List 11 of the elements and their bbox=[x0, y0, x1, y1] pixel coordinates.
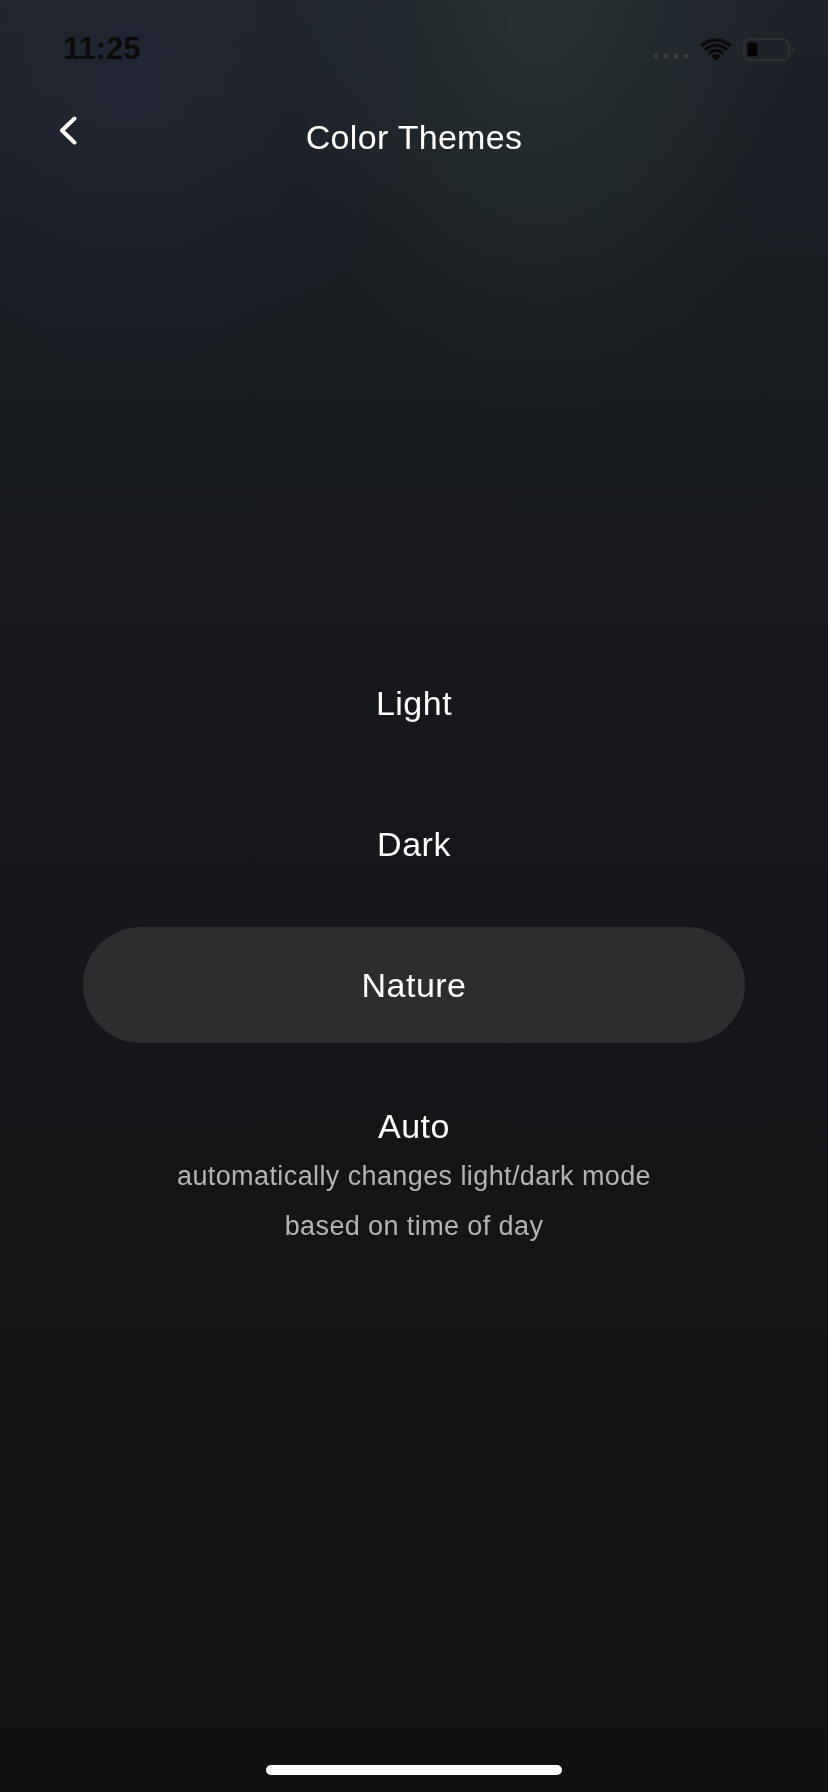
screen-title: Color Themes bbox=[305, 117, 523, 157]
signal-dots-icon bbox=[653, 53, 689, 59]
theme-option[interactable]: Dark bbox=[83, 786, 745, 902]
battery-icon bbox=[743, 37, 795, 61]
theme-description: automatically changes light/dark mode based on time of day bbox=[175, 1160, 653, 1243]
theme-option[interactable]: Light bbox=[83, 645, 745, 761]
back-button[interactable] bbox=[58, 116, 78, 145]
chevron-left-icon bbox=[58, 116, 78, 145]
theme-option[interactable]: Nature bbox=[83, 927, 745, 1043]
wifi-icon bbox=[700, 37, 732, 61]
theme-option[interactable]: Auto automatically changes light/dark mode based on time of day bbox=[83, 1068, 745, 1291]
